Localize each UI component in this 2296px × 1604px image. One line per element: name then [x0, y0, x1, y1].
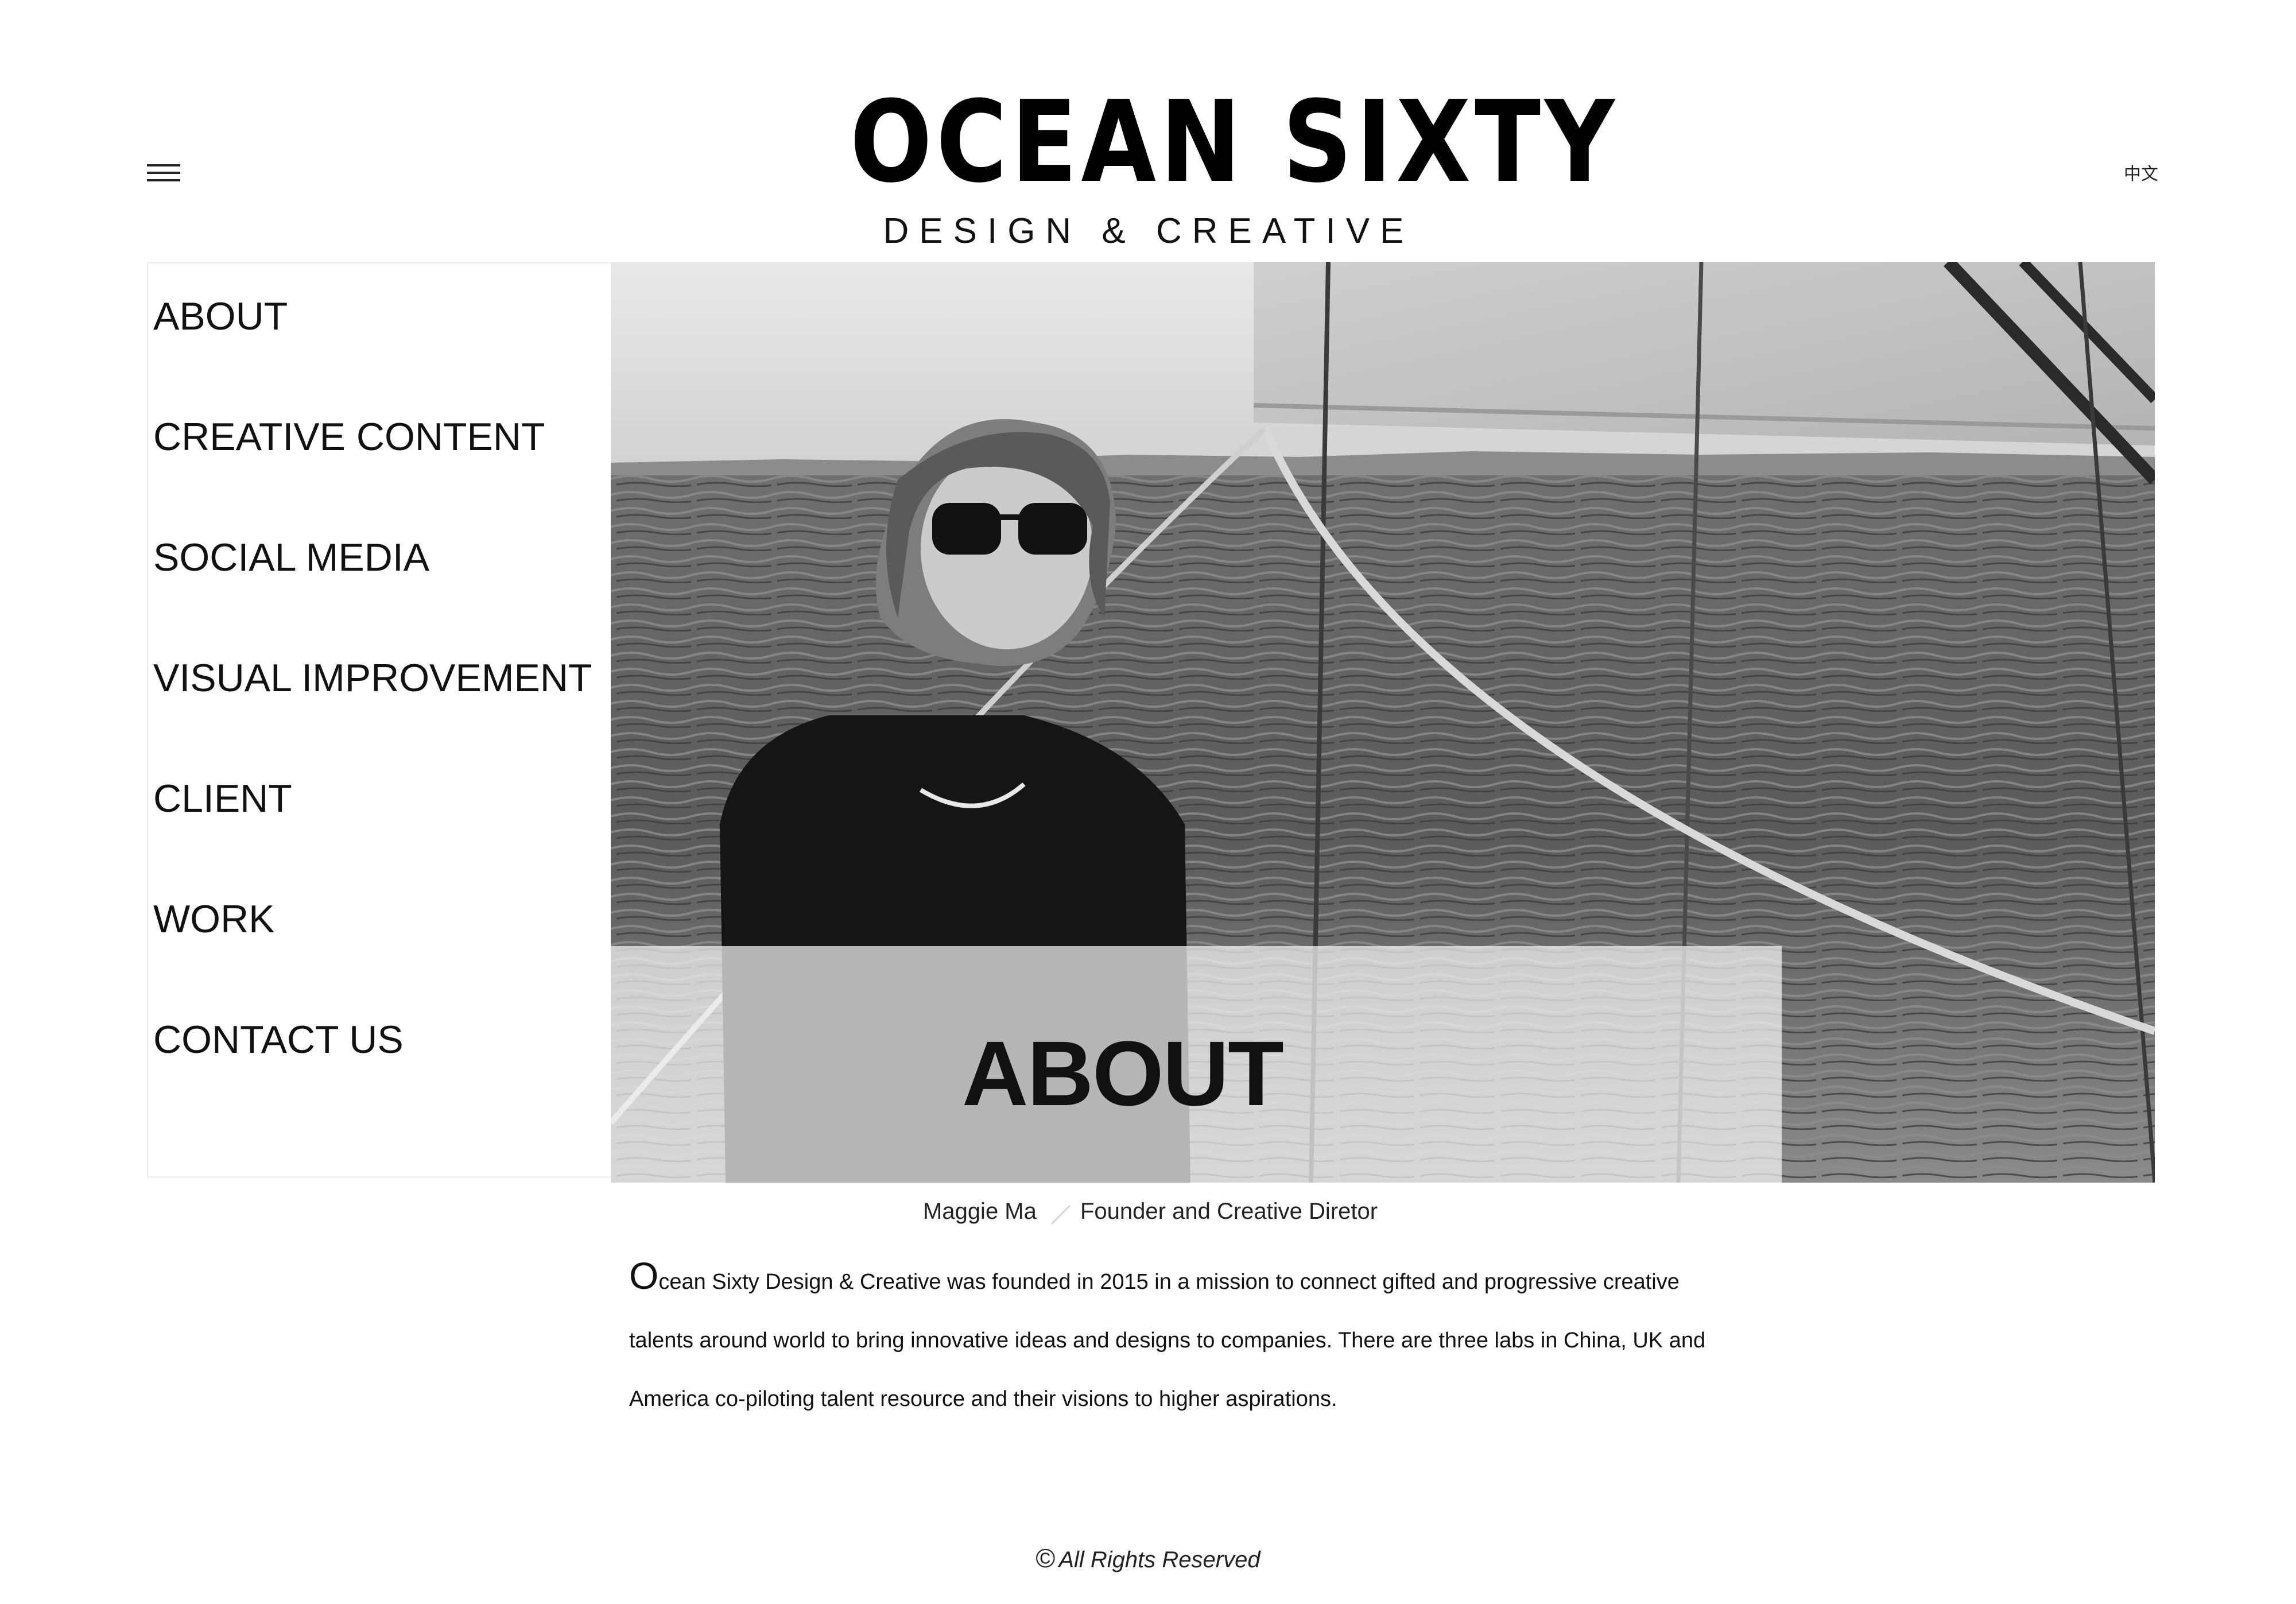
- hamburger-menu-icon[interactable]: [147, 164, 180, 184]
- nav-item-client[interactable]: CLIENT: [153, 779, 292, 818]
- nav-item-creative-content[interactable]: CREATIVE CONTENT: [153, 417, 545, 456]
- menu-bar: [147, 164, 180, 166]
- footer-text: All Rights Reserved: [1058, 1547, 1261, 1572]
- site-logo[interactable]: OCEAN SIXTY DESIGN & CREATIVE: [801, 77, 1619, 249]
- divider-slash-icon: [1050, 1204, 1071, 1225]
- bio-text: cean Sixty Design & Creative was founded…: [629, 1270, 1706, 1411]
- side-navigation: ABOUT CREATIVE CONTENT SOCIAL MEDIA VISU…: [147, 262, 611, 1178]
- copyright-icon: ©: [1035, 1543, 1056, 1573]
- menu-bar: [147, 179, 180, 181]
- person-name: Maggie Ma: [923, 1199, 1037, 1224]
- person-role: Founder and Creative Diretor: [1080, 1199, 1378, 1224]
- logo-title: OCEAN SIXTY: [850, 77, 1619, 208]
- hero-title: ABOUT: [962, 1022, 1284, 1125]
- nav-item-about[interactable]: ABOUT: [153, 297, 288, 336]
- company-bio: Ocean Sixty Design & Creative was founde…: [629, 1253, 1708, 1428]
- language-switch-link[interactable]: 中文: [2124, 160, 2158, 185]
- footer: © All Rights Reserved: [0, 1545, 2296, 1572]
- nav-item-social-media[interactable]: SOCIAL MEDIA: [153, 538, 429, 577]
- nav-item-contact-us[interactable]: CONTACT US: [153, 1020, 404, 1059]
- nav-item-work[interactable]: WORK: [153, 900, 275, 939]
- logo-subtitle: DESIGN & CREATIVE: [883, 211, 1414, 251]
- menu-bar: [147, 172, 180, 174]
- nav-item-visual-improvement[interactable]: VISUAL IMPROVEMENT: [153, 658, 592, 698]
- bio-dropcap: O: [629, 1254, 659, 1297]
